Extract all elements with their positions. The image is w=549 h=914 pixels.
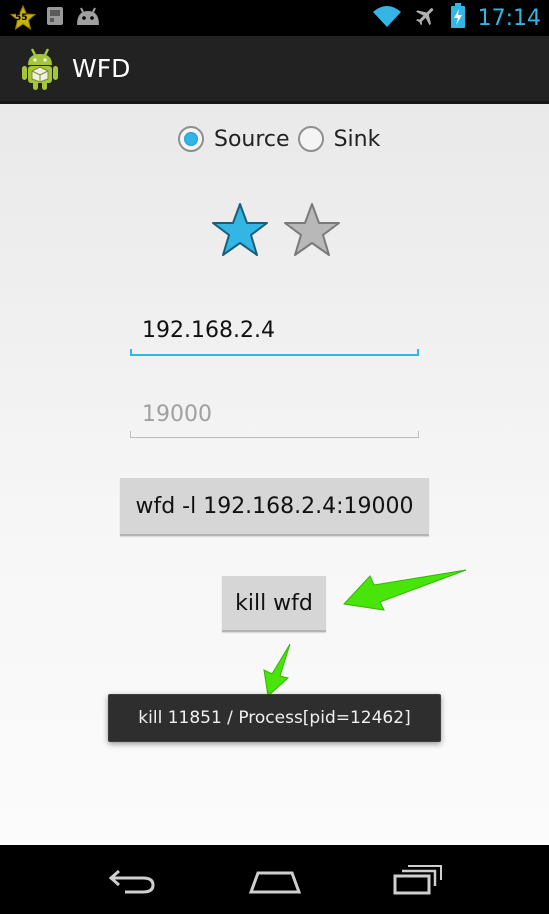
clock: 17:14: [477, 5, 541, 31]
radio-selected-dot: [184, 132, 198, 146]
battery-charging-icon: [450, 3, 466, 33]
navigation-bar: [0, 845, 549, 914]
ip-address-value: 192.168.2.4: [142, 318, 275, 343]
notification-icons: 55: [9, 4, 102, 32]
kill-wfd-button[interactable]: kill wfd: [222, 576, 326, 632]
system-icons: 17:14: [372, 3, 541, 33]
annotation-arrow-right: [342, 569, 467, 611]
radio-source-label: Source: [214, 126, 290, 152]
star-filled-icon[interactable]: [211, 202, 269, 258]
star-empty-icon[interactable]: [283, 202, 341, 258]
toast-message: kill 11851 / Process[pid=12462]: [108, 694, 441, 742]
radio-sink-button[interactable]: [297, 126, 324, 152]
home-icon[interactable]: [245, 860, 305, 900]
notification-badge: 55: [15, 13, 28, 23]
android-head-icon: [74, 5, 102, 31]
status-bar: 55 17:14: [0, 0, 549, 36]
wfd-start-button[interactable]: wfd -l 192.168.2.4:19000: [120, 478, 429, 536]
storage-icon: [44, 5, 66, 31]
radio-source-button[interactable]: [178, 126, 204, 152]
mode-radio-group: Source Sink: [178, 126, 388, 152]
app-title: WFD: [72, 54, 131, 83]
airplane-mode-icon: [414, 4, 438, 32]
annotation-arrow-down: [263, 643, 291, 697]
star-badge-icon: 55: [9, 4, 37, 31]
radio-source[interactable]: Source: [178, 126, 290, 152]
port-placeholder: 19000: [142, 402, 212, 427]
radio-sink-label: Sink: [333, 126, 381, 152]
recent-apps-icon[interactable]: [388, 860, 448, 900]
wifi-icon: [372, 4, 402, 32]
android-app-icon[interactable]: [20, 47, 60, 91]
ip-address-input[interactable]: 192.168.2.4: [130, 314, 419, 356]
main-content: Source Sink 192.168.2.4 19000 wfd -l 192…: [0, 104, 549, 845]
radio-sink[interactable]: Sink: [297, 126, 381, 152]
action-bar: WFD: [0, 36, 549, 104]
rating-bar[interactable]: [211, 202, 341, 258]
back-icon[interactable]: [102, 860, 162, 900]
port-input[interactable]: 19000: [130, 396, 419, 438]
